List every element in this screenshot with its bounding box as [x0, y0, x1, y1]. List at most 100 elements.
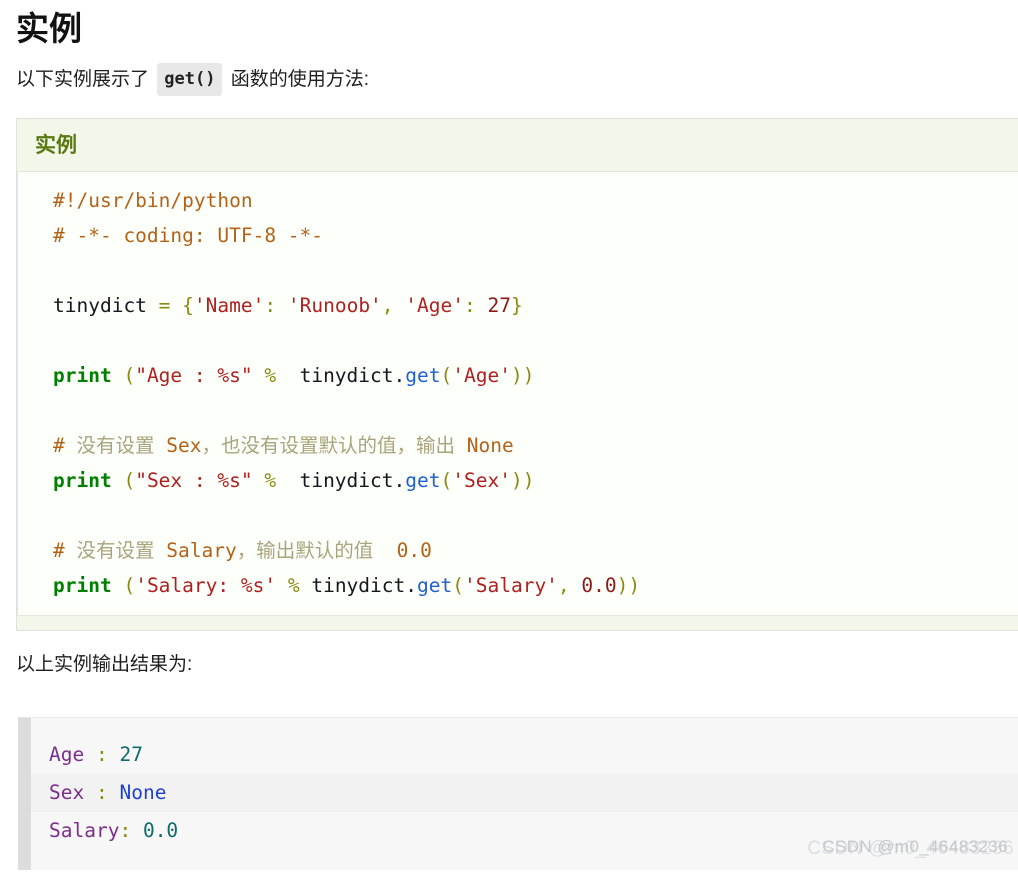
code-token: 'Age': [405, 294, 464, 317]
code-token: Sex: [154, 434, 202, 457]
code-line: print ("Sex : %s" % tinydict.get('Sex')): [53, 469, 534, 492]
output-token: [108, 743, 120, 766]
output-token: Sex: [49, 781, 85, 804]
code-line: # 没有设置 Sex，也没有设置默认的值，输出 None: [53, 434, 514, 457]
code-token: (: [123, 574, 136, 597]
code-token: .: [405, 574, 418, 597]
code-line: # 没有设置 Salary，输出默认的值 0.0: [53, 539, 432, 562]
code-token: .: [393, 469, 406, 492]
code-token: 0.0: [373, 539, 432, 562]
code-line: print ('Salary: %s' % tinydict.get('Sala…: [53, 574, 640, 597]
code-token: ,: [381, 294, 394, 317]
code-token: "Age : %s": [135, 364, 253, 387]
code-line: # -*- coding: UTF-8 -*-: [53, 224, 323, 247]
code-token: =: [158, 294, 171, 317]
code-surface: #!/usr/bin/python # -*- coding: UTF-8 -*…: [17, 171, 1018, 616]
code-token: 'Name': [193, 294, 265, 317]
code-token: ，也没有设置默认的值，输出: [201, 434, 455, 457]
intro-paragraph: 以下实例展示了 get() 函数的使用方法:: [0, 52, 1018, 96]
code-token: print: [53, 364, 112, 387]
example-panel: 实例 #!/usr/bin/python # -*- coding: UTF-8…: [16, 118, 1018, 631]
code-token: 0.0: [581, 574, 617, 597]
output-token: [131, 819, 143, 842]
code-token: tinydict: [53, 294, 159, 317]
inline-code-get: get(): [157, 63, 223, 96]
code-token: Salary: [154, 539, 237, 562]
example-panel-title: 实例: [35, 134, 77, 157]
output-token: [108, 781, 120, 804]
code-token: 'Salary: %s': [135, 574, 277, 597]
code-token: 'Age': [452, 364, 511, 387]
code-token: print: [53, 469, 112, 492]
output-token: :: [95, 781, 108, 804]
code-token: get: [417, 574, 453, 597]
code-token: %: [264, 364, 277, 387]
code-token: %: [264, 469, 277, 492]
output-row: Age : 27: [31, 736, 1018, 774]
output-token: :: [119, 819, 132, 842]
code-token: "Sex : %s": [135, 469, 253, 492]
code-token: (: [440, 364, 453, 387]
code-token: get: [405, 469, 441, 492]
code-token: 没有设置: [76, 434, 155, 457]
code-token: :: [264, 294, 277, 317]
code-token: #!/usr/bin/python: [53, 189, 253, 212]
output-caption: 以上实例输出结果为:: [16, 654, 193, 675]
code-token: #: [53, 539, 77, 562]
code-line: #!/usr/bin/python: [53, 189, 253, 212]
code-line: print ("Age : %s" % tinydict.get('Age')): [53, 364, 534, 387]
output-token: :: [95, 743, 108, 766]
watermark: CSDN @m0_46483236: [822, 837, 1008, 856]
output-token: [84, 781, 96, 804]
output-row: Sex : None: [31, 774, 1018, 812]
code-token: )): [510, 364, 535, 387]
page-title: 实例: [16, 10, 82, 47]
code-token: 'Runoob': [287, 294, 382, 317]
code-token: ,: [557, 574, 570, 597]
code-token: )): [510, 469, 535, 492]
code-token: ，输出默认的值: [236, 539, 374, 562]
intro-text-before: 以下实例展示了: [16, 69, 150, 90]
code-line: tinydict = {'Name': 'Runoob', 'Age': 27}: [53, 294, 523, 317]
code-token: print: [53, 574, 112, 597]
code-token: #: [53, 434, 77, 457]
output-token: None: [119, 781, 167, 804]
python-code-block[interactable]: #!/usr/bin/python # -*- coding: UTF-8 -*…: [18, 183, 1018, 603]
code-token: )): [616, 574, 641, 597]
output-rows: Age : 27 Sex : None Salary: 0.0: [31, 736, 1018, 850]
code-token: %: [287, 574, 300, 597]
code-token: 'Salary': [464, 574, 558, 597]
output-token: 27: [119, 743, 143, 766]
code-token: :: [464, 294, 476, 317]
code-token: tinydict: [299, 574, 406, 597]
intro-text-after: 函数的使用方法:: [230, 69, 370, 90]
code-token: tinydict: [276, 364, 394, 387]
output-token: 0.0: [142, 819, 179, 842]
code-token: (: [452, 574, 464, 597]
code-token: {: [182, 294, 194, 317]
code-token: 27: [487, 294, 511, 317]
code-token: 没有设置: [76, 539, 155, 562]
code-token: 'Sex': [452, 469, 511, 492]
code-token: tinydict: [276, 469, 394, 492]
output-token: [84, 743, 96, 766]
code-token: .: [393, 364, 406, 387]
code-token: get: [405, 364, 441, 387]
code-token: (: [440, 469, 453, 492]
code-token: }: [510, 294, 523, 317]
output-token: Salary: [49, 819, 120, 842]
output-token: Age: [49, 743, 85, 766]
code-token: (: [123, 364, 136, 387]
code-token: # -*- coding: UTF-8 -*-: [53, 224, 324, 247]
